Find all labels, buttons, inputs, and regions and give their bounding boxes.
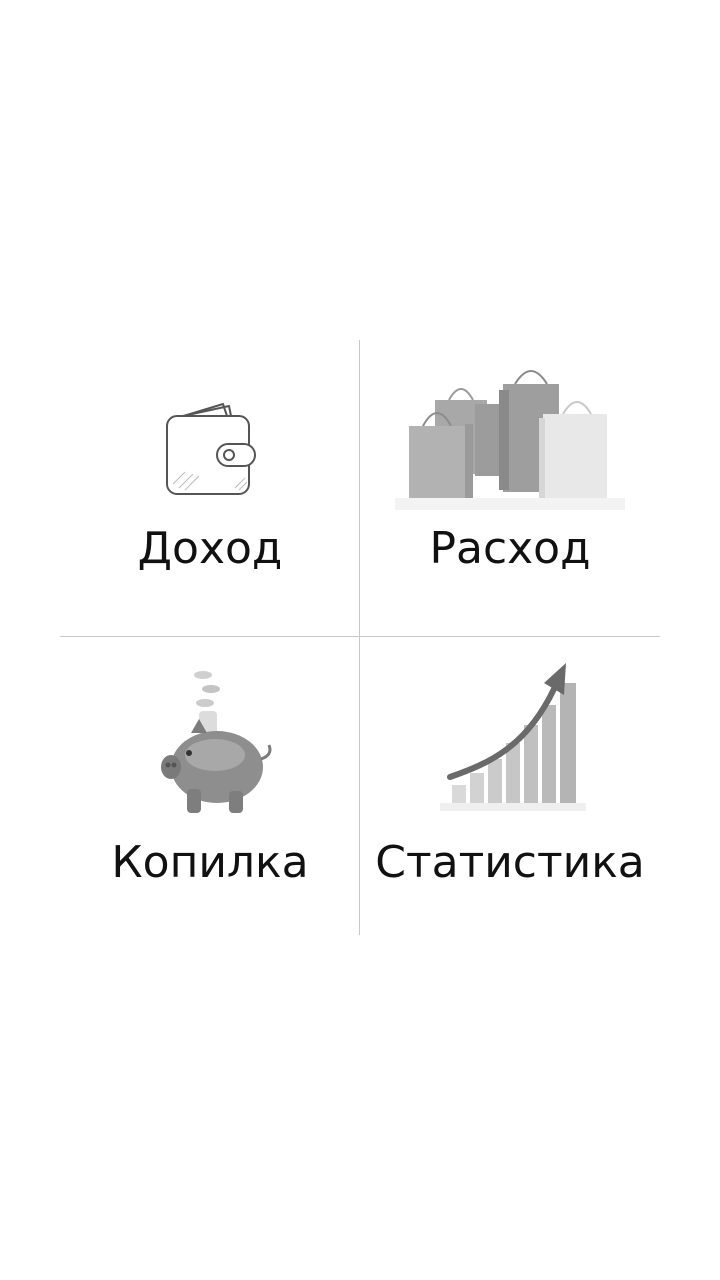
menu-item-piggy-bank-label: Копилка (111, 837, 309, 888)
piggy-bank-icon (60, 655, 360, 815)
menu-item-statistics[interactable]: Статистика (360, 637, 660, 935)
menu-item-statistics-label: Статистика (375, 837, 645, 888)
main-menu-grid: Доход Расход Копилка Статистика (60, 340, 660, 935)
shopping-bags-icon (360, 370, 660, 510)
menu-item-income[interactable]: Доход (60, 340, 360, 636)
menu-item-expense[interactable]: Расход (360, 340, 660, 636)
wallet-icon (60, 370, 360, 510)
menu-item-piggy-bank[interactable]: Копилка (60, 637, 360, 935)
menu-item-expense-label: Расход (429, 523, 591, 574)
menu-item-income-label: Доход (137, 523, 283, 574)
growth-chart-icon (360, 655, 660, 815)
